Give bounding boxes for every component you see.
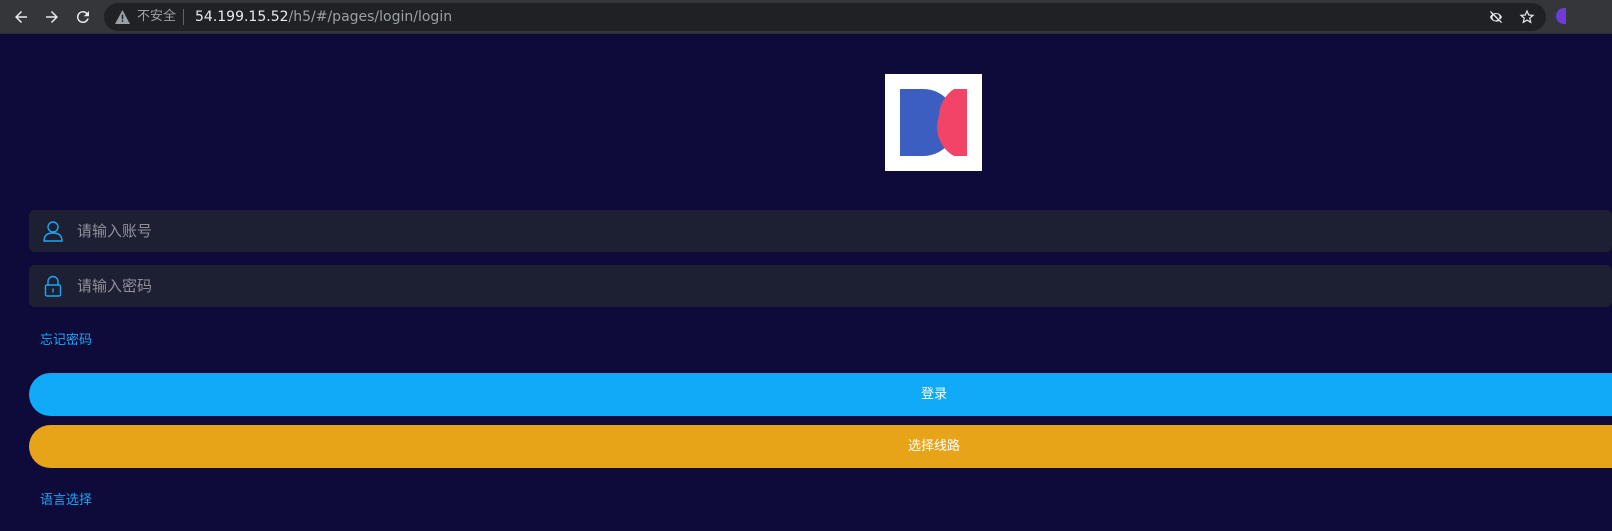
- login-button[interactable]: 登录: [29, 373, 1612, 416]
- account-field: [29, 210, 1612, 252]
- select-route-button[interactable]: 选择线路: [29, 425, 1612, 468]
- arrow-right-icon: [46, 11, 58, 23]
- login-page: 忘记密码 登录 选择线路 语言选择: [0, 35, 1612, 531]
- app-logo: [885, 74, 982, 171]
- password-input[interactable]: [77, 265, 1577, 307]
- forgot-password-link[interactable]: 忘记密码: [40, 333, 92, 349]
- security-label[interactable]: 不安全: [137, 9, 176, 25]
- select-route-button-label: 选择线路: [907, 439, 960, 454]
- language-select-link[interactable]: 语言选择: [40, 493, 92, 509]
- browser-toolbar: 不安全 54.199.15.52/h5/#/pages/login/login: [0, 0, 1612, 34]
- reload-button[interactable]: [71, 5, 95, 29]
- extension-icon[interactable]: [1556, 8, 1566, 24]
- omnibox-separator: [183, 9, 184, 25]
- user-icon: [43, 221, 63, 242]
- star-icon[interactable]: [1519, 9, 1535, 25]
- lock-icon: [44, 275, 62, 297]
- password-field: [29, 265, 1612, 307]
- url-text[interactable]: 54.199.15.52/h5/#/pages/login/login: [195, 8, 452, 26]
- eye-off-icon[interactable]: [1488, 9, 1504, 25]
- url-path: /h5/#/pages/login/login: [288, 9, 453, 25]
- warning-triangle-icon: [115, 10, 130, 24]
- back-button[interactable]: [9, 5, 33, 29]
- reload-icon: [76, 11, 89, 24]
- login-button-label: 登录: [920, 387, 947, 402]
- arrow-left-icon: [15, 11, 27, 23]
- forward-button[interactable]: [40, 5, 64, 29]
- account-input[interactable]: [77, 210, 1577, 252]
- address-bar[interactable]: 不安全 54.199.15.52/h5/#/pages/login/login: [104, 3, 1546, 31]
- url-host: 54.199.15.52: [195, 9, 289, 25]
